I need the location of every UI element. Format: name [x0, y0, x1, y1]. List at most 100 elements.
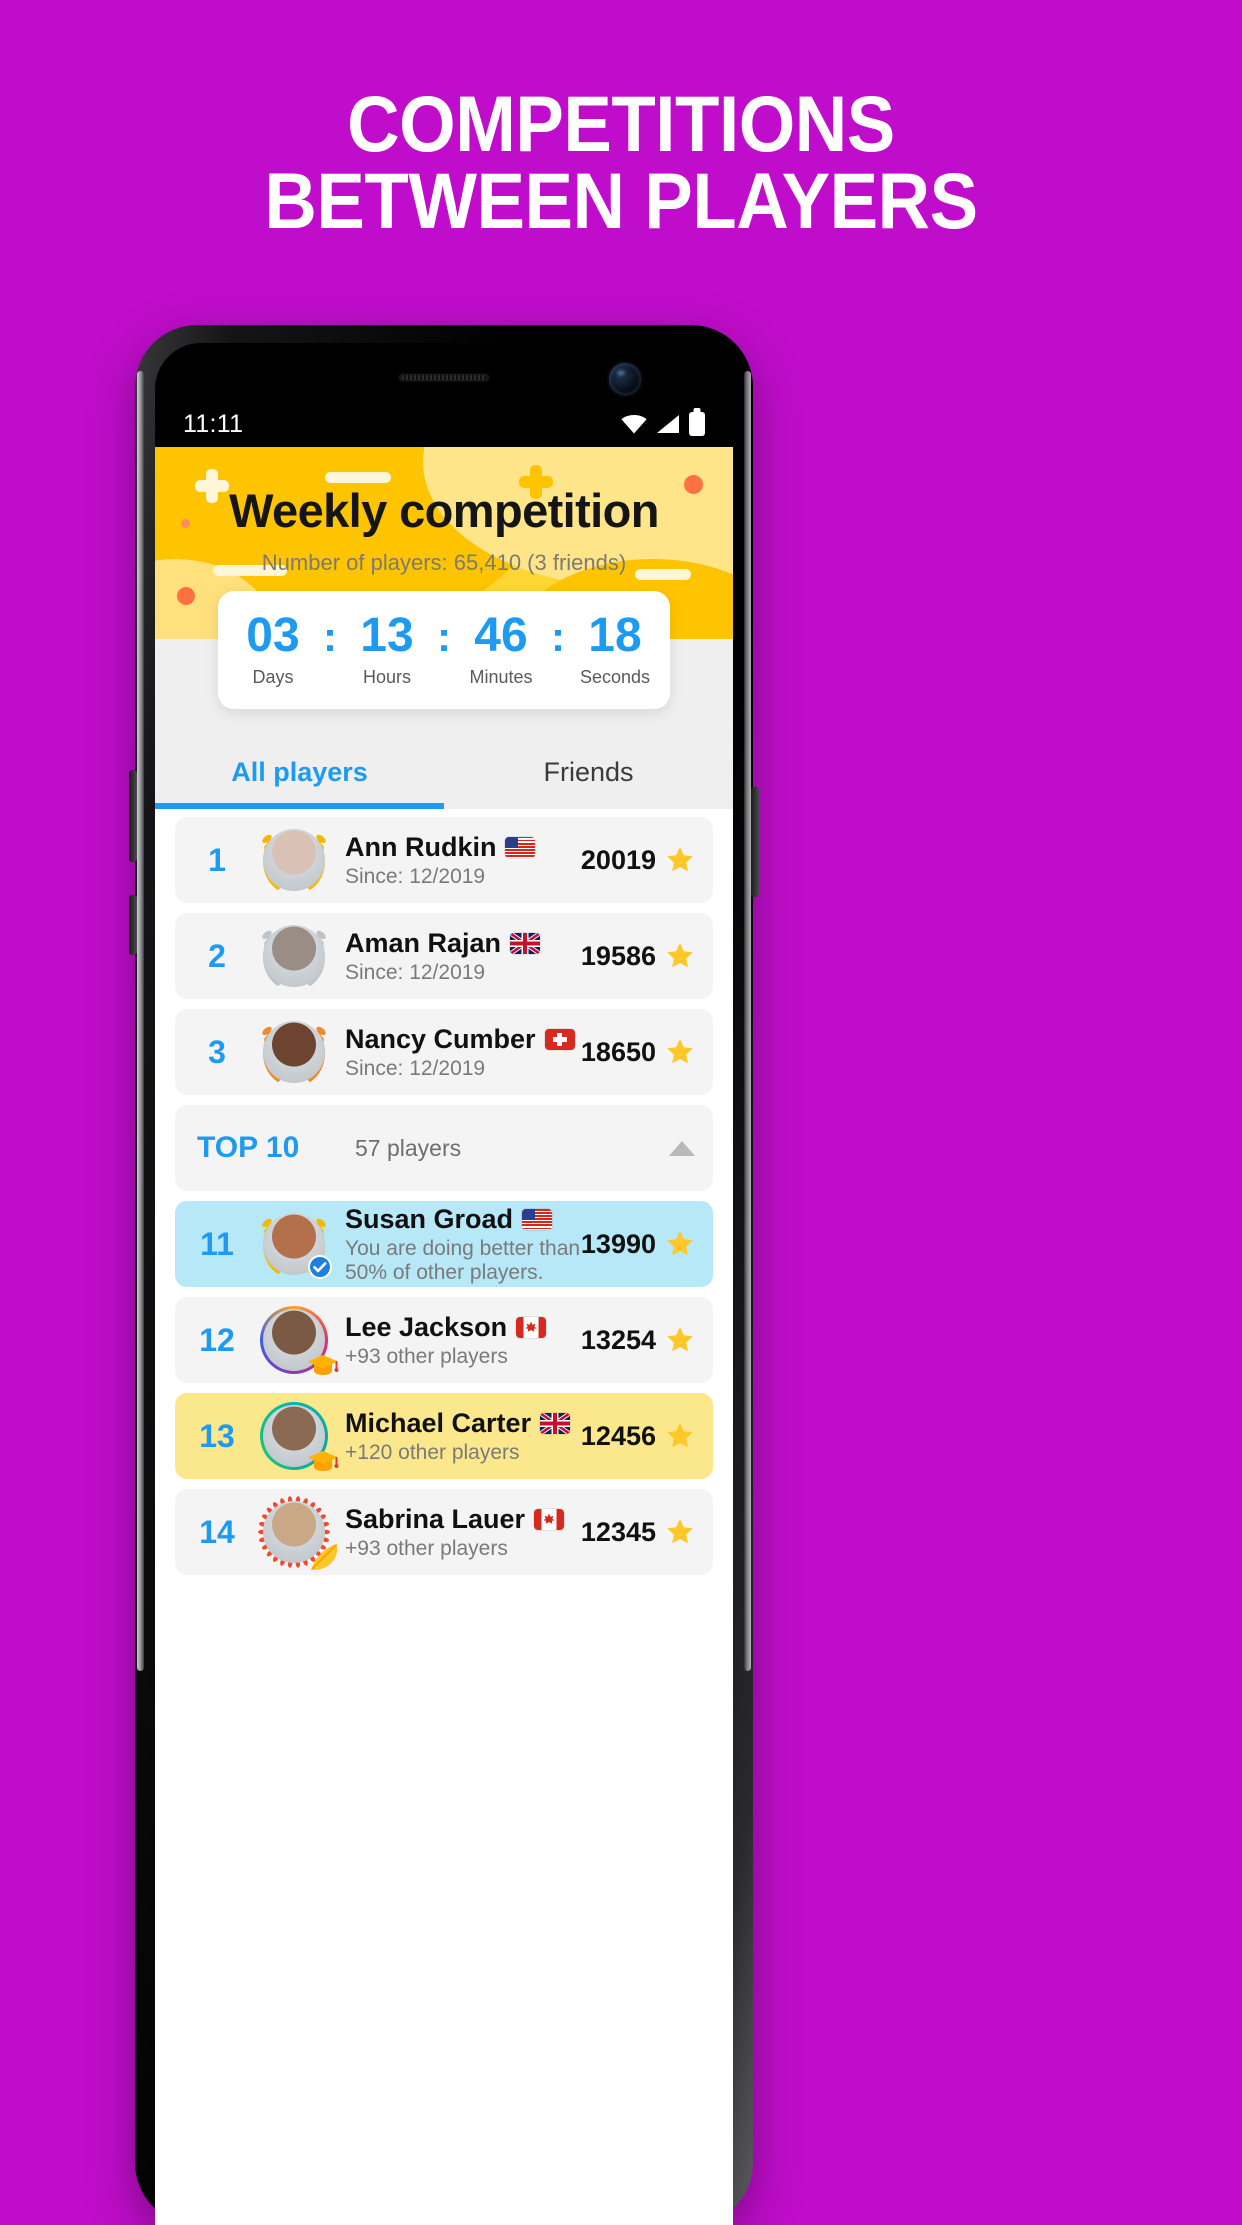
score-value: 19586 — [580, 940, 656, 971]
row-score: 12345 — [581, 1517, 695, 1548]
tab-friends[interactable]: Friends — [444, 735, 733, 809]
countdown-minutes-value: 46 — [474, 609, 528, 662]
table-row[interactable]: 1 Ann Rudkin Since: 12/2019 20019 — [175, 817, 713, 903]
top10-label: TOP 10 — [197, 1131, 300, 1164]
row-score: 20019 — [581, 845, 695, 876]
flag-ca-icon — [534, 1508, 565, 1530]
countdown-seconds: 18 Seconds — [567, 612, 663, 688]
avatar[interactable] — [249, 1014, 339, 1090]
flag-ch-icon — [544, 1028, 575, 1050]
player-subtext: +120 other players — [345, 1440, 520, 1464]
avatar[interactable] — [249, 1302, 339, 1378]
promo-line-1: COMPETITIONS — [347, 79, 895, 168]
star-icon — [665, 845, 695, 875]
volume-button[interactable] — [129, 770, 137, 862]
hero-subtitle: Number of players: 65,410 (3 friends) — [261, 550, 627, 575]
row-rank: 11 — [200, 1225, 234, 1262]
status-bar-clock: 11:11 — [183, 409, 244, 438]
graduation-cap-icon — [307, 1348, 339, 1380]
table-row[interactable]: 13 Michael Carter +120 other players 124… — [175, 1393, 713, 1479]
phone-edge-left — [137, 371, 144, 1671]
top10-divider-row[interactable]: TOP 10 57 players — [175, 1105, 713, 1191]
decor-dot-2 — [177, 587, 195, 605]
flag-gb-icon — [540, 1412, 571, 1434]
row-name-line: Susan Groad — [345, 1204, 581, 1235]
countdown-separator-2: : — [437, 613, 451, 660]
countdown-hours-value: 13 — [360, 609, 414, 662]
phone-screen: 11:11 Weekly competition Number of playe… — [155, 343, 733, 2225]
phone-edge-right — [744, 371, 751, 1671]
row-rank: 3 — [208, 1033, 226, 1070]
score-value: 13990 — [580, 1228, 656, 1259]
countdown-hours: 13 Hours — [339, 612, 435, 688]
app-content: Weekly competition Number of players: 65… — [155, 447, 733, 2225]
score-value: 20019 — [580, 844, 656, 875]
score-value: 12345 — [580, 1516, 656, 1547]
row-info: Lee Jackson +93 other players — [339, 1312, 581, 1369]
flag-gb-icon — [510, 932, 541, 954]
star-icon — [665, 1421, 695, 1451]
flag-us-icon — [505, 836, 536, 858]
avatar[interactable] — [249, 1398, 339, 1474]
assistant-button[interactable] — [129, 895, 137, 955]
avatar-image — [263, 1021, 325, 1083]
player-subtext: +93 other players — [345, 1344, 508, 1368]
score-value: 18650 — [580, 1036, 656, 1067]
table-row[interactable]: 3 Nancy Cumber Since: 12/2019 18650 — [175, 1009, 713, 1095]
flag-us-icon — [522, 1208, 553, 1230]
table-row[interactable]: 14 Sabrina Lauer +93 other players 12345 — [175, 1489, 713, 1575]
cellular-signal-icon — [656, 414, 680, 434]
row-info: Nancy Cumber Since: 12/2019 — [339, 1024, 581, 1081]
table-row[interactable]: 2 Aman Rajan Since: 12/2019 19586 — [175, 913, 713, 999]
avatar-image — [263, 925, 325, 987]
avatar[interactable] — [249, 1206, 339, 1282]
top10-count: 57 players — [355, 1134, 462, 1161]
avatar[interactable] — [249, 918, 339, 994]
player-name: Lee Jackson — [345, 1311, 508, 1342]
row-name-line: Aman Rajan — [345, 928, 581, 959]
row-name-line: Lee Jackson — [345, 1312, 581, 1343]
row-name-line: Nancy Cumber — [345, 1024, 581, 1055]
table-row[interactable]: 12 Lee Jackson +93 other players 13254 — [175, 1297, 713, 1383]
table-row[interactable]: 11 Susan Groad You are doing better than… — [175, 1201, 713, 1287]
tab-bar: All players Friends — [155, 735, 733, 809]
power-button[interactable] — [751, 787, 759, 897]
player-subtext: Since: 12/2019 — [345, 864, 486, 888]
row-info: Aman Rajan Since: 12/2019 — [339, 928, 581, 985]
player-name: Sabrina Lauer — [345, 1503, 526, 1534]
star-icon — [665, 1229, 695, 1259]
status-bar: 11:11 — [155, 401, 733, 447]
player-name: Ann Rudkin — [345, 831, 497, 862]
score-value: 13254 — [580, 1324, 656, 1355]
row-name-line: Michael Carter — [345, 1408, 581, 1439]
countdown-hours-label: Hours — [362, 667, 411, 687]
star-icon — [665, 1325, 695, 1355]
tab-all-players[interactable]: All players — [155, 735, 444, 809]
leaderboard-list: 1 Ann Rudkin Since: 12/2019 20019 2 Aman… — [155, 809, 733, 1575]
countdown-days: 03 Days — [225, 612, 321, 688]
row-score: 18650 — [581, 1037, 695, 1068]
countdown-minutes: 46 Minutes — [453, 612, 549, 688]
row-info: Sabrina Lauer +93 other players — [339, 1504, 581, 1561]
player-subtext: Since: 12/2019 — [345, 960, 486, 984]
hero-title: Weekly competition — [229, 484, 659, 537]
battery-icon — [689, 412, 705, 436]
row-info: Michael Carter +120 other players — [339, 1408, 581, 1465]
countdown-separator-1: : — [323, 613, 337, 660]
player-subtext: +93 other players — [345, 1536, 508, 1560]
star-icon — [665, 1037, 695, 1067]
promo-line-2: BETWEEN PLAYERS — [264, 155, 978, 245]
player-name: Susan Groad — [345, 1203, 514, 1234]
row-info: Ann Rudkin Since: 12/2019 — [339, 832, 581, 889]
row-score: 12456 — [581, 1421, 695, 1452]
avatar[interactable] — [249, 822, 339, 898]
player-name: Aman Rajan — [345, 927, 502, 958]
row-rank: 2 — [208, 937, 226, 974]
countdown-card: 03 Days : 13 Hours : 46 Minutes : 18 Sec… — [218, 591, 670, 709]
avatar[interactable] — [249, 1494, 339, 1570]
avatar-image — [263, 829, 325, 891]
status-bar-icons — [621, 412, 705, 436]
row-rank: 13 — [199, 1417, 235, 1454]
chevron-up-icon[interactable] — [669, 1140, 695, 1156]
player-name: Michael Carter — [345, 1407, 532, 1438]
